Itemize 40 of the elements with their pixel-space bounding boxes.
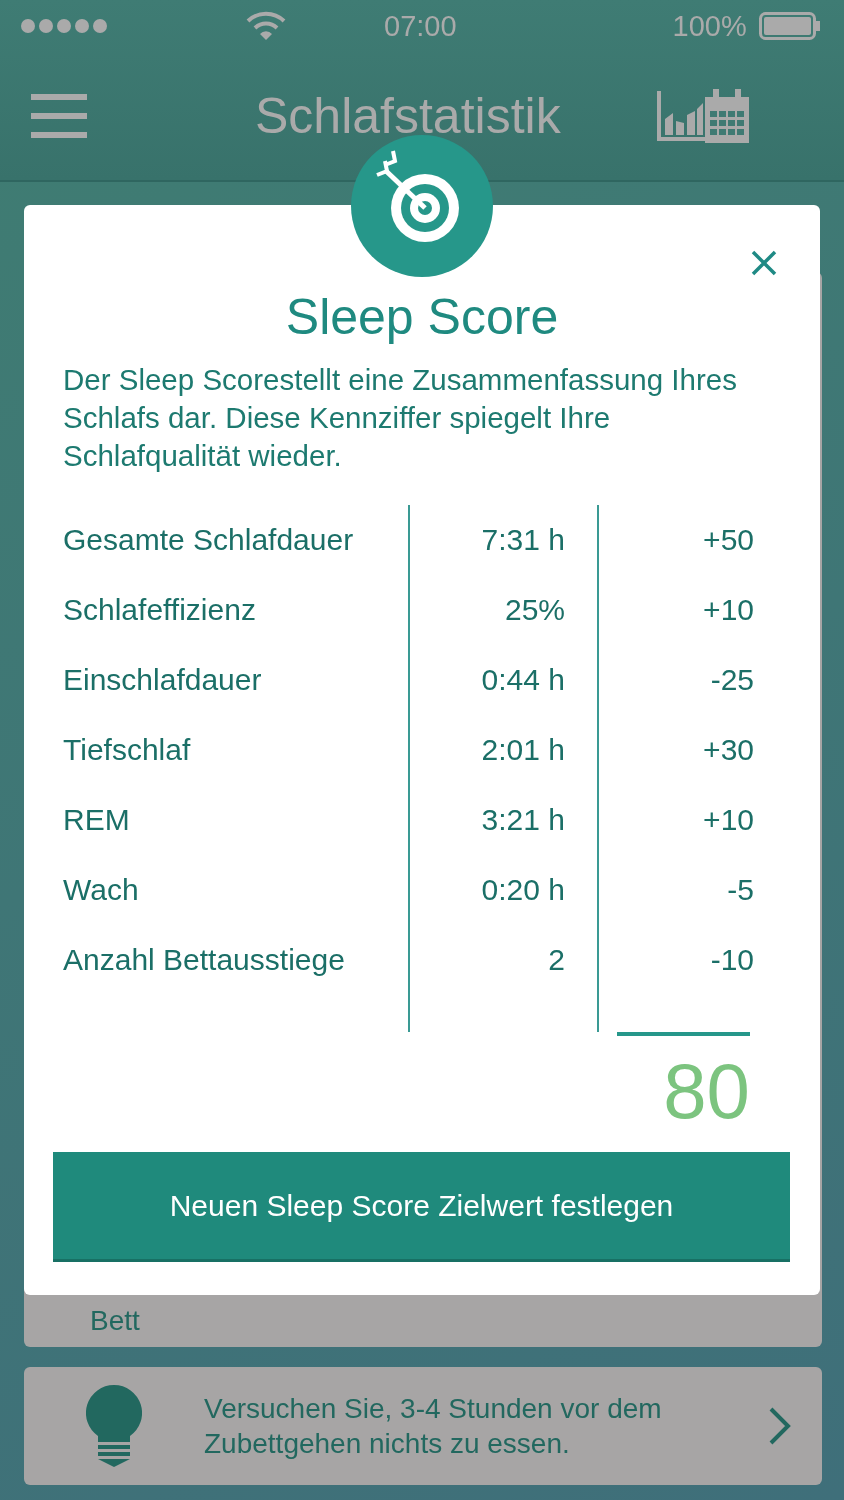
dialog-title: Sleep Score xyxy=(284,288,560,347)
tip-card[interactable]: Versuchen Sie, 3-4 Stunden vor dem Zubettgehen nichts zu essen. xyxy=(24,1367,822,1485)
card-label: Bett xyxy=(90,1305,140,1337)
row-label: Einschlafdauer xyxy=(63,663,262,696)
row-value: 2 xyxy=(548,943,565,976)
row-value: 0:20 h xyxy=(481,873,565,906)
row-value: 7:31 h xyxy=(481,523,565,556)
calendar-icon[interactable] xyxy=(704,89,749,143)
row-label: REM xyxy=(63,803,130,836)
row-value: 2:01 h xyxy=(481,733,565,766)
row-points: -5 xyxy=(727,873,754,906)
dialog-description: Der Sleep Scorestellt eine Zusammenfassung Ihres Schlafs dar. Diese Kennziffer spiegelt Ihre Schlafqualität wieder. xyxy=(63,362,738,474)
row-label: Schlafeffizienz xyxy=(63,593,256,626)
bar-chart-icon[interactable] xyxy=(656,91,705,141)
row-label: Gesamte Schlafdauer xyxy=(63,523,354,556)
wifi-icon xyxy=(246,11,286,41)
clock-time: 07:00 xyxy=(384,9,457,43)
set-goal-button[interactable]: Neuen Sleep Score Zielwert festlegen xyxy=(53,1152,790,1262)
chevron-right-icon xyxy=(768,1406,792,1446)
row-value: 3:21 h xyxy=(481,803,565,836)
menu-icon[interactable] xyxy=(31,94,87,138)
tip-text: Versuchen Sie, 3-4 Stunden vor dem Zubettgehen nichts zu essen. xyxy=(204,1392,663,1461)
row-points: +50 xyxy=(703,523,754,556)
row-label: Wach xyxy=(63,873,139,906)
row-points: +30 xyxy=(703,733,754,766)
battery-icon xyxy=(758,12,821,40)
row-points: +10 xyxy=(703,803,754,836)
row-points: -25 xyxy=(710,663,754,696)
row-value: 0:44 h xyxy=(481,663,565,696)
close-icon[interactable] xyxy=(751,250,777,276)
screen-title: Schlafstatistik xyxy=(255,87,561,145)
row-points: +10 xyxy=(703,593,754,626)
total-score: 80 xyxy=(662,1046,751,1137)
lightbulb-icon xyxy=(86,1385,142,1467)
row-value: 25% xyxy=(504,593,565,626)
row-label: Anzahl Bettausstiege xyxy=(63,943,345,976)
row-points: -10 xyxy=(710,943,754,976)
row-label: Tiefschlaf xyxy=(63,733,191,766)
battery-percent: 100% xyxy=(672,9,747,43)
signal-icon xyxy=(20,18,108,34)
